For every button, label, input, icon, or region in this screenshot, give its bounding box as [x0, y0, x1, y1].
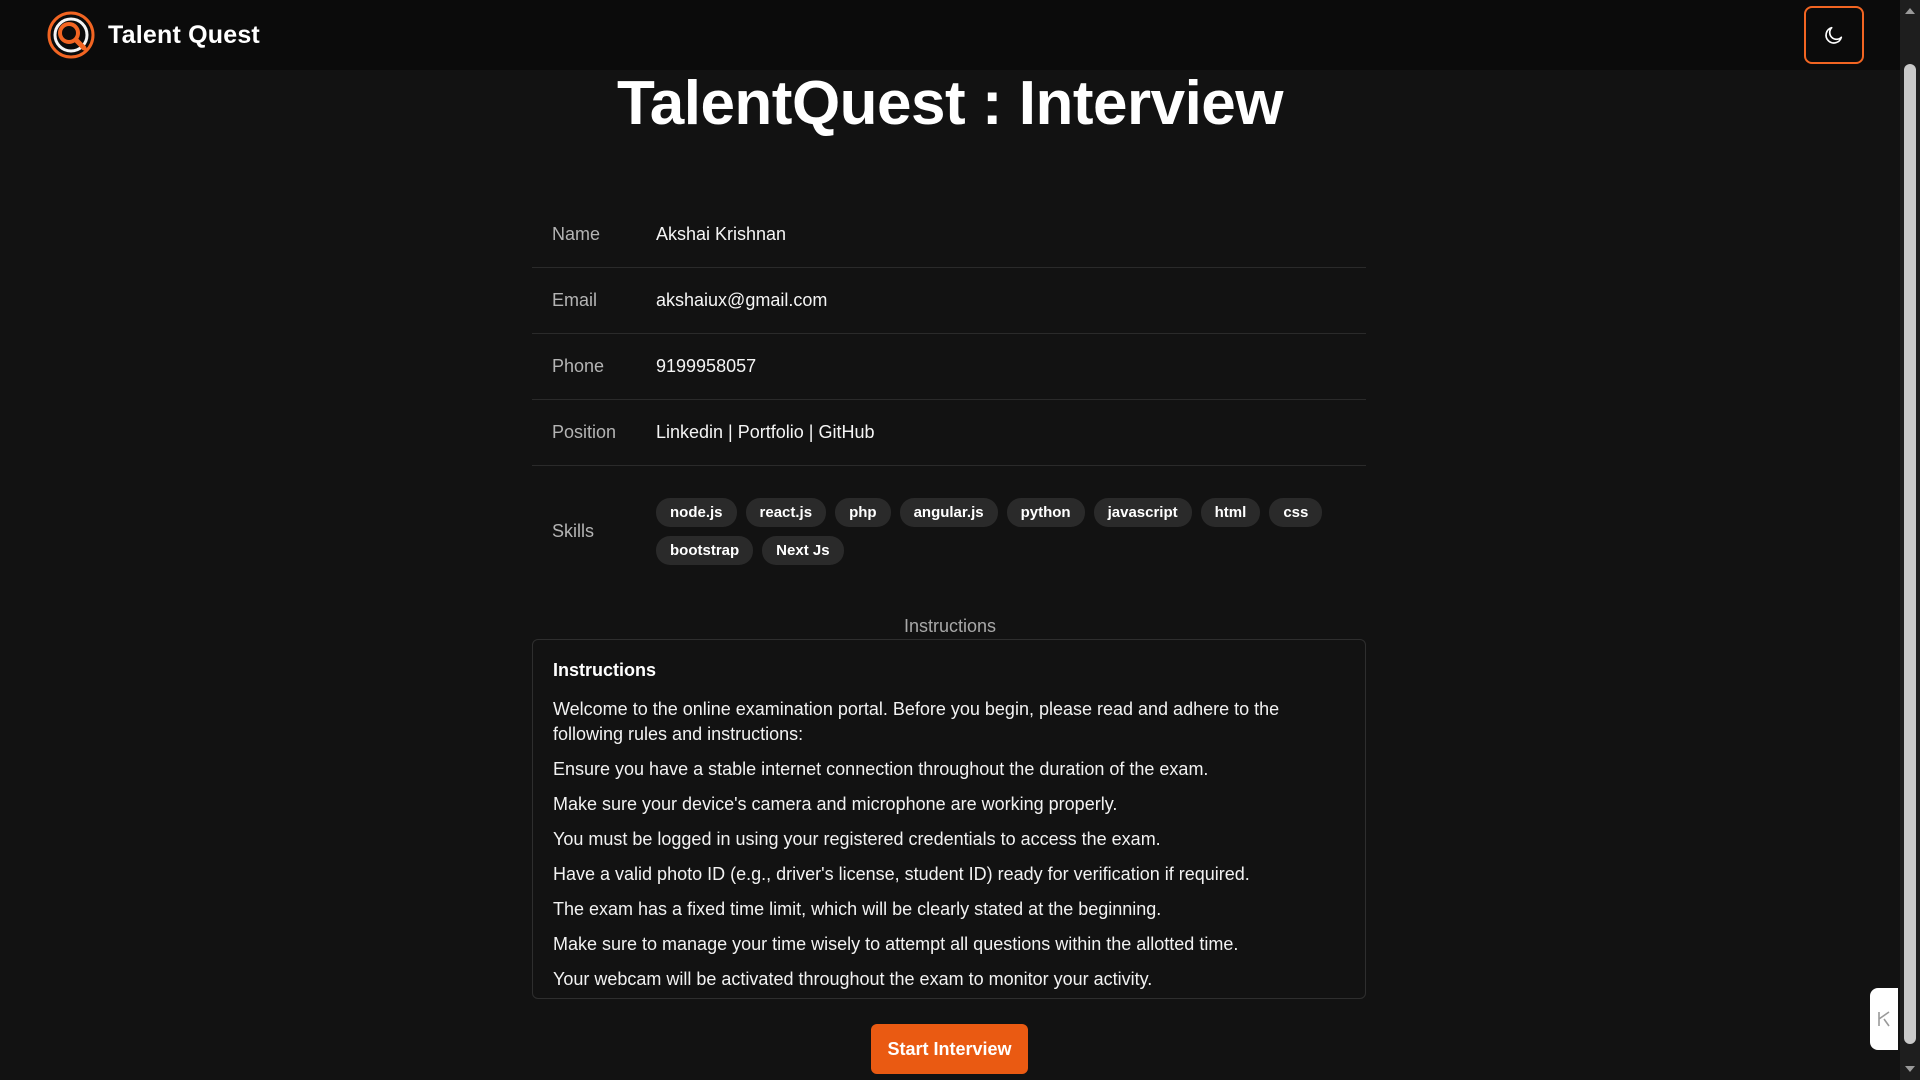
candidate-details: Name Akshai Krishnan Email akshaiux@gmai… [532, 202, 1366, 596]
instruction-item: Make sure your device's camera and micro… [553, 794, 1118, 814]
skill-chip: python [1006, 497, 1085, 527]
scroll-down-arrow-icon[interactable] [1905, 1066, 1915, 1072]
name-label: Name [552, 224, 601, 244]
detail-row-phone: Phone 9199958057 [532, 334, 1366, 400]
instruction-item: The exam has a fixed time limit, which w… [553, 899, 1162, 919]
instruction-item: Ensure you have a stable internet connec… [553, 759, 1209, 779]
start-interview-button[interactable]: Start Interview [871, 1024, 1028, 1074]
detail-row-skills: Skills node.js react.js php angular.js p… [532, 466, 1366, 596]
position-value: Linkedin | Portfolio | GitHub [656, 422, 875, 442]
skill-chip: react.js [745, 497, 827, 527]
email-value: akshaiux@gmail.com [656, 290, 828, 310]
skill-chip: bootstrap [656, 535, 754, 565]
skills-label: Skills [552, 520, 595, 541]
skills-list: node.js react.js php angular.js python j… [656, 497, 1336, 565]
phone-label: Phone [552, 356, 605, 376]
talent-quest-logo-icon [47, 11, 95, 59]
side-feedback-widget[interactable] [1870, 988, 1898, 1050]
skill-chip: node.js [656, 497, 737, 527]
brand[interactable]: Talent Quest [46, 10, 260, 60]
instruction-item: Make sure to manage your time wisely to … [553, 934, 1239, 954]
skill-chip: Next Js [762, 535, 844, 565]
instruction-item: Have a valid photo ID (e.g., driver's li… [553, 864, 1250, 884]
moon-icon [1825, 26, 1843, 44]
detail-row-email: Email akshaiux@gmail.com [532, 268, 1366, 334]
brand-name: Talent Quest [108, 20, 260, 49]
instruction-item: Your webcam will be activated throughout… [553, 969, 1153, 989]
instructions-intro: Welcome to the online examination portal… [553, 699, 1280, 744]
name-value: Akshai Krishnan [656, 224, 787, 244]
theme-toggle-button[interactable] [1804, 6, 1864, 64]
scroll-thumb[interactable] [1904, 64, 1916, 1044]
feedback-icon [1878, 1011, 1890, 1027]
phone-value: 9199958057 [656, 356, 757, 376]
detail-row-position: Position Linkedin | Portfolio | GitHub [532, 400, 1366, 466]
detail-row-name: Name Akshai Krishnan [532, 202, 1366, 268]
page-scrollbar[interactable] [1900, 0, 1920, 1080]
instruction-item: You must be logged in using your registe… [553, 829, 1161, 849]
top-navbar: Talent Quest [0, 0, 1900, 70]
instructions-caption: Instructions [903, 616, 997, 636]
skill-chip: javascript [1093, 497, 1192, 527]
position-label: Position [552, 422, 617, 442]
skill-chip: php [835, 497, 891, 527]
skill-chip: html [1200, 497, 1261, 527]
instructions-panel[interactable]: Instructions Welcome to the online exami… [532, 639, 1366, 999]
email-label: Email [552, 290, 598, 310]
scroll-up-arrow-icon[interactable] [1905, 8, 1915, 14]
skill-chip: angular.js [899, 497, 998, 527]
page-title: TalentQuest : Interview [616, 69, 1284, 138]
instructions-heading: Instructions [553, 660, 657, 680]
skill-chip: css [1269, 497, 1323, 527]
